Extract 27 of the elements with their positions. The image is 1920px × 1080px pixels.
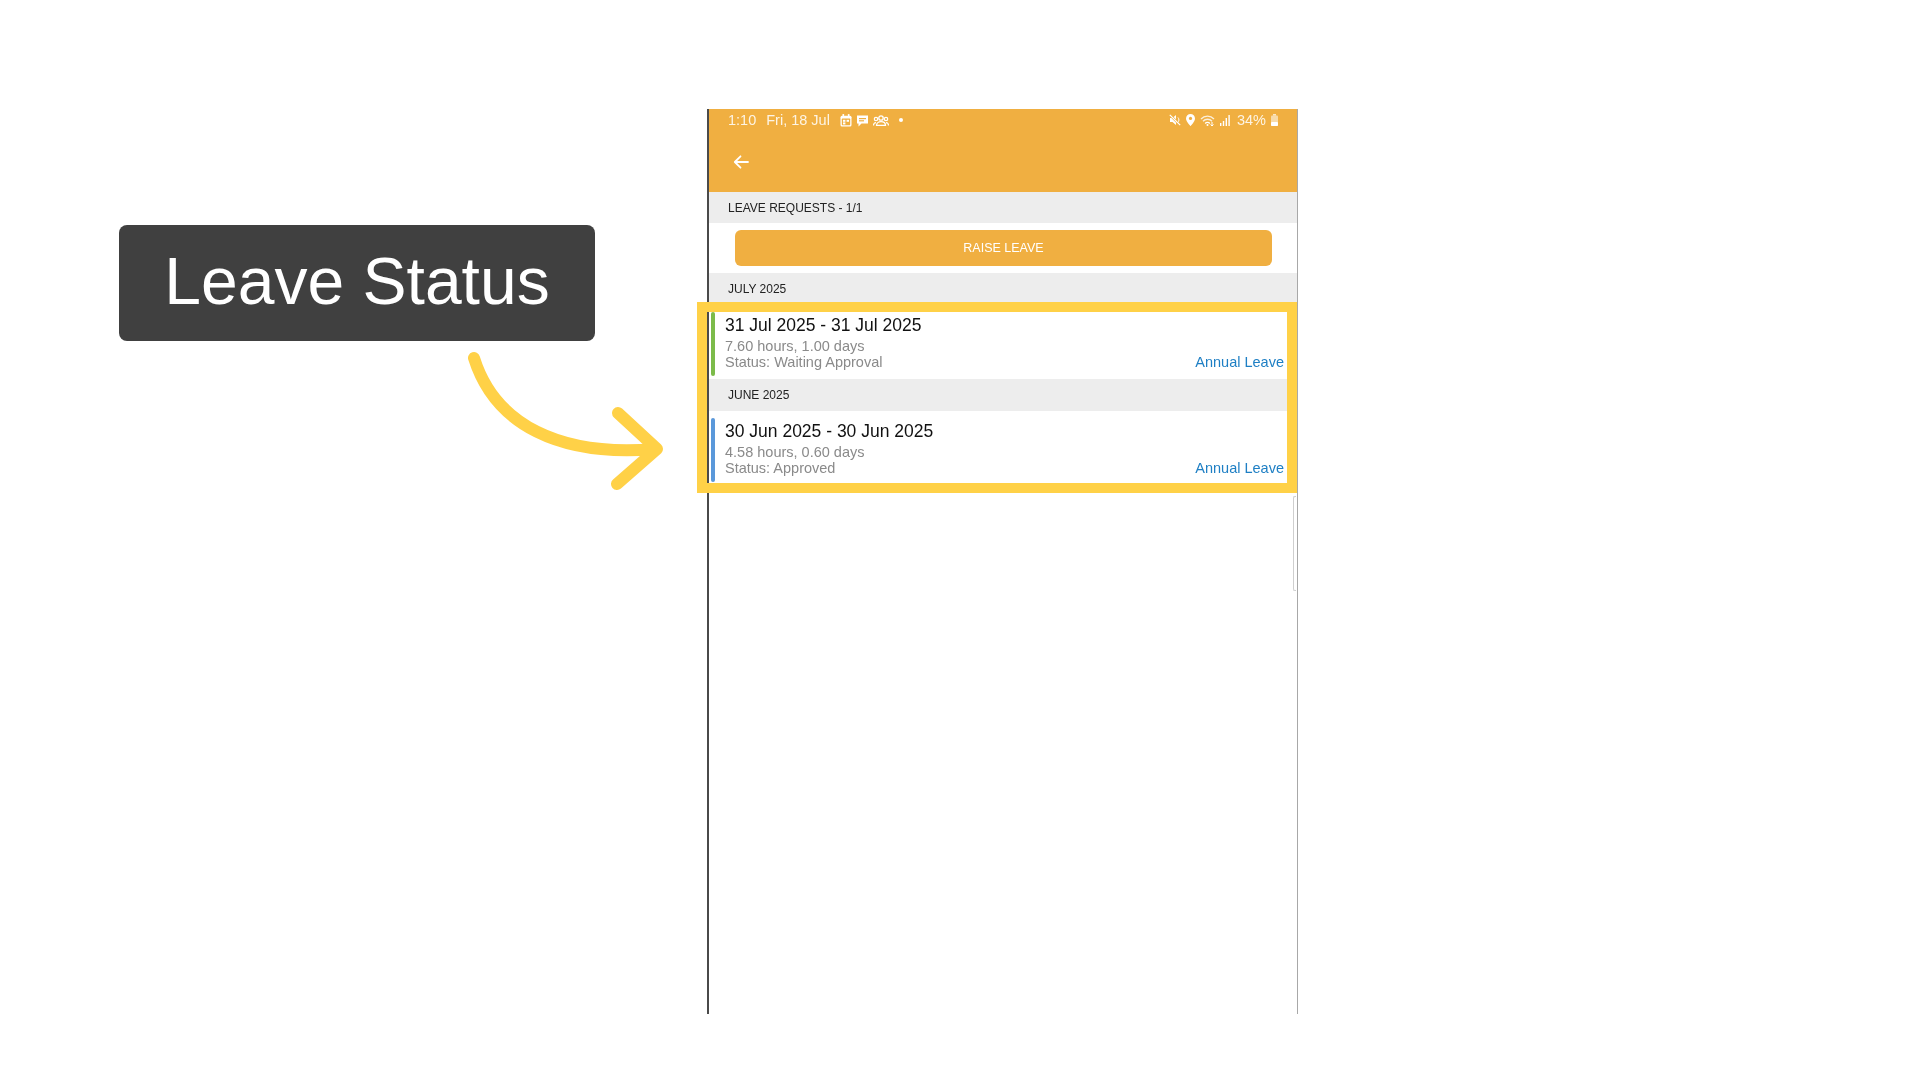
leave-type: Annual Leave	[1195, 460, 1284, 476]
status-date: Fri, 18 Jul	[766, 112, 830, 128]
leave-type: Annual Leave	[1195, 354, 1284, 370]
wifi-icon	[1199, 114, 1215, 126]
title-callout: Leave Status	[119, 225, 595, 341]
leave-status: Status: Approved	[725, 460, 836, 476]
status-time: 1:10	[728, 112, 757, 128]
dot-icon	[898, 118, 903, 122]
chat-bubble-icon	[855, 113, 869, 127]
back-arrow-icon	[733, 154, 749, 169]
battery-icon	[1271, 114, 1278, 126]
month-label: JUNE 2025	[728, 388, 790, 402]
battery-percent: 34%	[1236, 112, 1266, 128]
list-header: LEAVE REQUESTS - 1/1	[728, 200, 863, 215]
muted-speaker-icon	[1168, 114, 1181, 126]
month-label: JULY 2025	[728, 282, 787, 296]
location-pin-icon	[1185, 114, 1195, 126]
leave-status: Status: Waiting Approval	[725, 354, 883, 370]
leave-duration: 4.58 hours, 0.60 days	[725, 444, 865, 460]
raise-leave-button[interactable]: RAISE LEAVE	[735, 230, 1272, 266]
date-range: 30 Jun 2025 - 30 Jun 2025	[725, 420, 935, 442]
signal-bars-icon	[1219, 114, 1230, 126]
leave-duration: 7.60 hours, 1.00 days	[725, 338, 865, 354]
back-button[interactable]	[733, 154, 749, 169]
date-range: 31 Jul 2025 - 31 Jul 2025	[725, 314, 923, 336]
calendar-icon	[839, 113, 852, 127]
people-icon	[872, 114, 889, 126]
